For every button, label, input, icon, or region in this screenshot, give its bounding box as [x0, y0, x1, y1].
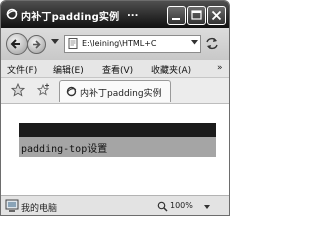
minimize-icon	[172, 18, 180, 20]
title-ellipsis: ...	[127, 8, 139, 19]
page-icon	[68, 38, 78, 49]
menu-favorites[interactable]: 收藏夹(A)	[151, 63, 191, 76]
window-title: 内补丁padding实例	[21, 12, 120, 23]
padding-top-area	[19, 123, 216, 137]
title-bar[interactable]: 内补丁padding实例 ...	[1, 1, 229, 28]
history-dropdown-icon[interactable]	[51, 39, 59, 45]
demo-text: padding-top设置	[21, 144, 108, 155]
back-icon	[10, 39, 20, 49]
menu-overflow-chevron[interactable]: »	[217, 63, 223, 73]
browser-window: 内补丁padding实例 ... E:\leining\HTML+C 文件(F)…	[0, 0, 230, 216]
favorites-bar: 内补丁padding实例	[1, 78, 229, 104]
add-favorite-icon[interactable]	[36, 83, 50, 97]
menu-edit[interactable]: 编辑(E)	[53, 63, 84, 76]
navigation-bar: E:\leining\HTML+C	[1, 28, 229, 60]
address-field[interactable]: E:\leining\HTML+C	[64, 35, 201, 53]
zoom-level[interactable]: 100%	[170, 201, 193, 210]
back-button[interactable]	[6, 33, 28, 55]
status-bar: 我的电脑 100%	[1, 195, 229, 215]
address-dropdown-icon[interactable]	[191, 40, 198, 45]
close-icon	[211, 10, 222, 21]
close-button[interactable]	[207, 6, 226, 25]
menu-view[interactable]: 查看(V)	[102, 63, 133, 76]
ie-logo-icon	[6, 8, 18, 20]
maximize-button[interactable]	[187, 6, 206, 25]
page-content: padding-top设置	[1, 104, 229, 195]
tab-active[interactable]: 内补丁padding实例	[59, 80, 171, 102]
security-zone: 我的电脑	[21, 204, 58, 214]
forward-button[interactable]	[27, 35, 46, 54]
padding-demo-box: padding-top设置	[19, 123, 216, 157]
forward-icon	[33, 40, 41, 49]
ie-page-icon	[66, 86, 77, 97]
menu-file[interactable]: 文件(F)	[7, 63, 37, 76]
zoom-dropdown-icon[interactable]	[204, 205, 210, 209]
zoom-icon[interactable]	[157, 201, 168, 212]
computer-icon	[5, 199, 19, 212]
minimize-button[interactable]	[167, 6, 186, 25]
address-text: E:\leining\HTML+C	[82, 39, 157, 48]
menu-bar: 文件(F) 编辑(E) 查看(V) 收藏夹(A) »	[1, 60, 229, 78]
maximize-icon	[191, 10, 202, 20]
refresh-icon[interactable]	[205, 37, 219, 50]
favorites-star-icon[interactable]	[11, 83, 25, 97]
tab-label: 内补丁padding实例	[80, 89, 162, 99]
